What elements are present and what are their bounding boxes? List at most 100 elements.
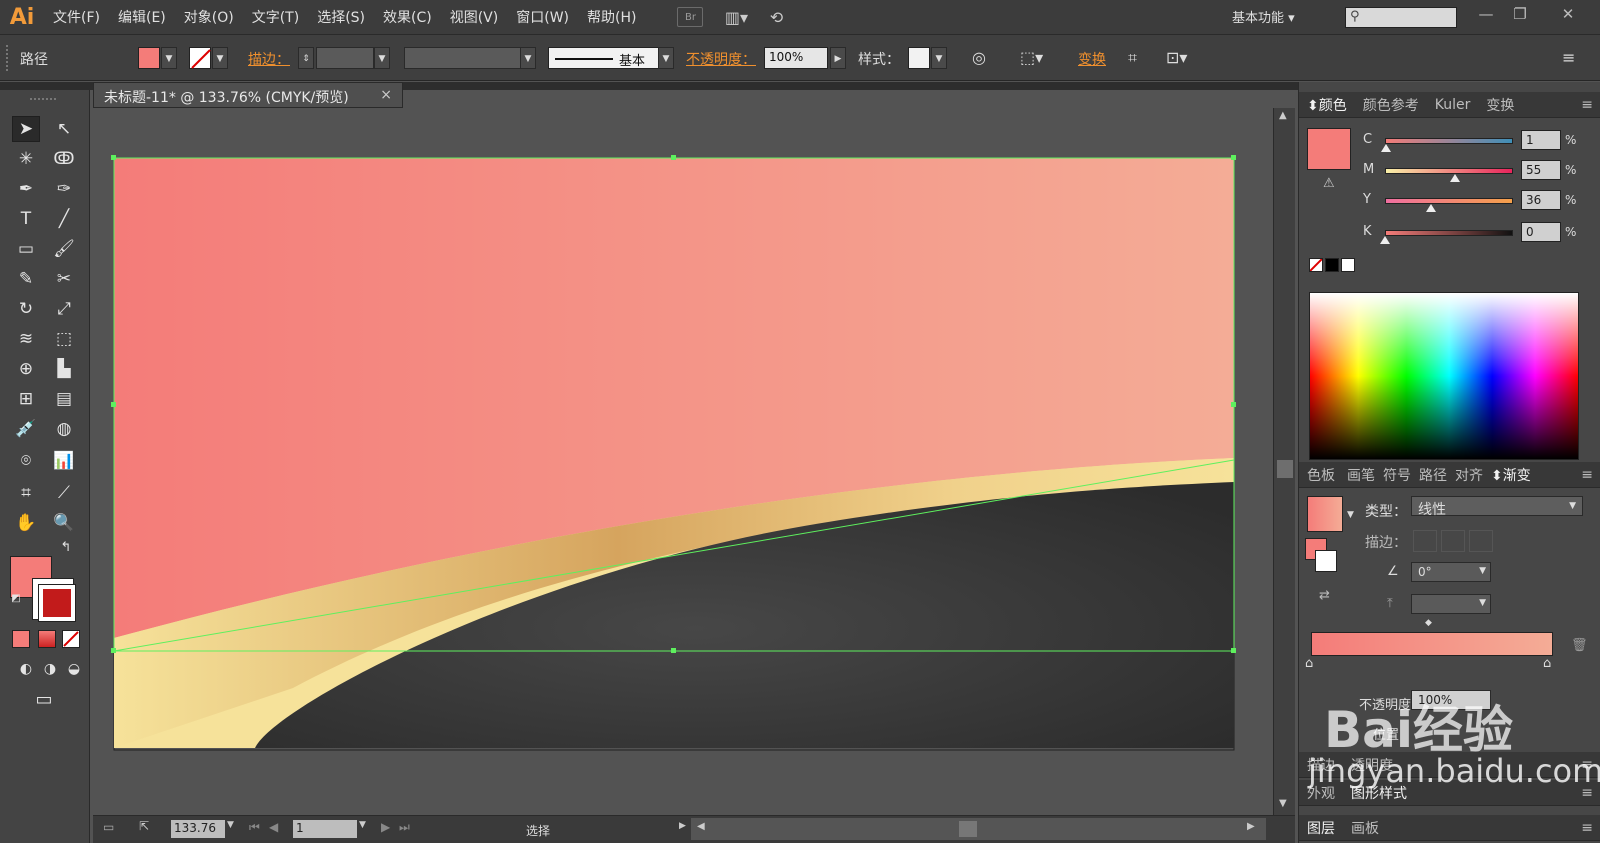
draw-inside-icon[interactable]: ◒ — [60, 656, 88, 682]
layers-panel-menu-icon[interactable]: ≡ — [1573, 820, 1600, 836]
perspective-grid-icon[interactable]: ▙ — [50, 356, 78, 382]
last-artboard-icon[interactable]: ⏭ — [399, 820, 410, 835]
gpu-performance-icon[interactable]: ⟲ — [763, 7, 789, 27]
tab-kuler[interactable]: Kuler — [1427, 97, 1479, 113]
none-color-swatch[interactable] — [1309, 258, 1323, 272]
stop-opacity-input[interactable]: 100% — [1411, 690, 1491, 710]
pencil-icon[interactable]: ✎ — [12, 266, 40, 292]
stroke-weight-stepper[interactable]: ⇕ — [298, 47, 314, 69]
magenta-thumb[interactable] — [1450, 174, 1461, 182]
handle-middle-right[interactable] — [1231, 402, 1236, 407]
menu-file[interactable]: 文件(F) — [44, 7, 109, 27]
menu-help[interactable]: 帮助(H) — [578, 7, 645, 27]
handle-bottom-center[interactable] — [671, 648, 676, 653]
tools-panel-grip[interactable] — [30, 98, 56, 101]
blend-icon[interactable]: ◍ — [50, 416, 78, 442]
direct-selection-icon[interactable]: ↖ — [50, 116, 78, 142]
magic-wand-icon[interactable]: ✳ — [12, 146, 40, 172]
gradient-mode-button[interactable] — [38, 630, 56, 648]
free-transform-icon[interactable]: ⬚ — [50, 326, 78, 352]
artboard-number-input[interactable]: 1 — [293, 820, 357, 838]
scale-icon[interactable]: ⤢ — [50, 296, 78, 322]
line-icon[interactable]: ╱ — [50, 206, 78, 232]
out-of-gamut-icon[interactable]: ⚠ — [1323, 176, 1335, 191]
selection-tool-icon[interactable]: ➤ — [12, 116, 40, 142]
tab-color[interactable]: ⬍颜色 — [1299, 95, 1355, 115]
variable-width-dropdown[interactable]: ▼ — [520, 47, 536, 69]
first-artboard-icon[interactable]: ⏮ — [249, 820, 260, 835]
horizontal-scroll-thumb[interactable] — [959, 821, 977, 837]
workspace-switcher[interactable]: 基本功能 ▾ — [1232, 7, 1295, 26]
close-document-icon[interactable]: × — [380, 87, 392, 103]
tab-artboards[interactable]: 画板 — [1343, 818, 1387, 838]
scroll-down-icon[interactable]: ▼ — [1279, 798, 1287, 809]
delete-stop-icon[interactable]: 🗑 — [1571, 638, 1588, 653]
bridge-button[interactable]: Br — [677, 7, 704, 27]
column-graph-icon[interactable]: 📊 — [50, 448, 78, 474]
opacity-label[interactable]: 不透明度： — [686, 49, 756, 69]
black-track[interactable] — [1385, 230, 1513, 236]
restore-button[interactable]: ❐ — [1506, 3, 1534, 25]
transform-label[interactable]: 变换 — [1078, 49, 1106, 69]
tab-layers[interactable]: 图层 — [1299, 818, 1343, 838]
slice-icon[interactable]: ⟋ — [50, 480, 78, 506]
fill-swatch[interactable] — [138, 47, 160, 69]
arrange-documents-icon[interactable]: ▥▾ — [723, 7, 749, 27]
gradient-type-select[interactable]: 线性 ▼ — [1411, 496, 1583, 518]
recolor-artwork-icon[interactable]: ◎ — [972, 48, 986, 67]
magenta-slider[interactable]: M 55 % — [1363, 160, 1600, 184]
pen-icon[interactable]: ✒ — [12, 176, 40, 202]
status-menu-arrow[interactable]: ▶ — [679, 821, 686, 831]
black-thumb[interactable] — [1380, 236, 1390, 244]
tab-graphic-styles[interactable]: 图形样式 — [1343, 783, 1415, 803]
menu-select[interactable]: 选择(S) — [308, 7, 374, 27]
stroke-dropdown-arrow[interactable]: ▼ — [212, 47, 228, 69]
zoom-level-input[interactable]: 133.76 — [171, 820, 225, 838]
close-window-button[interactable]: ✕ — [1554, 3, 1582, 25]
stroke-gradient-across-icon[interactable] — [1469, 530, 1493, 552]
black-color-swatch[interactable] — [1325, 258, 1339, 272]
scroll-left-icon[interactable]: ◀ — [697, 821, 705, 832]
type-icon[interactable]: T — [12, 206, 40, 232]
select-similar-icon[interactable]: ⊡▾ — [1166, 48, 1187, 67]
appearance-panel-menu-icon[interactable]: ≡ — [1573, 785, 1600, 801]
stroke-gradient-within-icon[interactable] — [1413, 530, 1437, 552]
color-mode-button[interactable] — [12, 630, 30, 648]
tab-appearance[interactable]: 外观 — [1299, 783, 1343, 803]
aspect-ratio-input[interactable]: ▼ — [1411, 594, 1491, 614]
reverse-gradient-icon[interactable]: ⇄ — [1319, 588, 1330, 603]
scroll-right-icon[interactable]: ▶ — [1247, 821, 1255, 832]
share-icon[interactable]: ⇱ — [139, 819, 149, 833]
control-bar-grip[interactable] — [6, 45, 9, 71]
transparency-panel-menu-icon[interactable]: ≡ — [1573, 757, 1600, 773]
tab-swatches[interactable]: 色板 — [1299, 465, 1343, 485]
tab-brushes[interactable]: 画笔 — [1343, 465, 1379, 485]
menu-edit[interactable]: 编辑(E) — [109, 7, 175, 27]
tab-color-guide[interactable]: 颜色参考 — [1355, 95, 1427, 115]
menu-view[interactable]: 视图(V) — [441, 7, 508, 27]
horizontal-scrollbar[interactable]: ◀ ▶ — [691, 818, 1266, 840]
opacity-arrow[interactable]: ▶ — [830, 47, 846, 69]
black-value[interactable]: 0 — [1521, 222, 1561, 242]
stroke-gradient-along-icon[interactable] — [1441, 530, 1465, 552]
rotate-icon[interactable]: ↻ — [12, 296, 40, 322]
zoom-dropdown-arrow[interactable]: ▼ — [227, 820, 234, 830]
handle-bottom-left[interactable] — [111, 648, 116, 653]
handle-bottom-right[interactable] — [1231, 648, 1236, 653]
fill-stroke-mini-icon[interactable] — [1305, 538, 1339, 572]
tab-symbols[interactable]: 符号 — [1379, 465, 1415, 485]
stroke-label[interactable]: 描边： — [248, 49, 290, 69]
control-panel-menu-icon[interactable]: ≡ — [1562, 48, 1575, 67]
gradient-preview-swatch[interactable] — [1307, 496, 1343, 532]
cyan-slider[interactable]: C 1 % — [1363, 130, 1600, 154]
vertical-scrollbar[interactable]: ▲ ▼ — [1273, 108, 1295, 815]
stroke-swatch[interactable] — [189, 47, 211, 69]
tab-align[interactable]: 对齐 — [1451, 465, 1487, 485]
gradient-stop-right-handle[interactable]: ⌂ — [1543, 656, 1551, 671]
black-slider[interactable]: K 0 % — [1363, 222, 1600, 246]
artboard-svg[interactable] — [93, 108, 1273, 815]
lasso-icon[interactable]: ↂ — [50, 146, 78, 172]
graphic-style-dropdown[interactable]: ▼ — [931, 47, 947, 69]
color-panel-menu-icon[interactable]: ≡ — [1573, 97, 1600, 113]
artboard-icon[interactable]: ⌗ — [12, 480, 40, 506]
